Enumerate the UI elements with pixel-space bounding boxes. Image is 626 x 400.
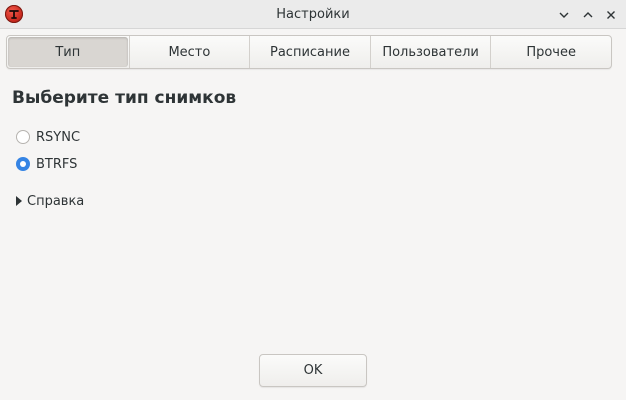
tab-type[interactable]: Тип: [8, 37, 128, 67]
btrfs-option[interactable]: BTRFS: [16, 155, 77, 173]
minimize-button[interactable]: [554, 5, 574, 25]
minimize-icon: [559, 12, 569, 18]
tab-schedule[interactable]: Расписание: [249, 36, 370, 68]
tab-misc[interactable]: Прочее: [490, 36, 611, 68]
ok-button[interactable]: OK: [259, 354, 367, 387]
tab-bar: Тип Место Расписание Пользователи Прочее: [6, 35, 612, 69]
tab-location[interactable]: Место: [128, 36, 250, 68]
rsync-radio[interactable]: [16, 130, 30, 144]
expander-arrow-icon: [16, 196, 22, 206]
btrfs-radio[interactable]: [16, 157, 30, 171]
title-bar[interactable]: Настройки: [0, 0, 626, 29]
help-expander-label: Справка: [27, 193, 85, 209]
btrfs-label: BTRFS: [36, 156, 78, 172]
close-icon: [607, 11, 615, 19]
rsync-option[interactable]: RSYNC: [16, 128, 80, 146]
window-title: Настройки: [276, 7, 350, 22]
maximize-button[interactable]: [578, 5, 598, 25]
page-heading: Выберите тип снимков: [12, 88, 237, 108]
maximize-icon: [583, 12, 593, 18]
close-button[interactable]: [601, 5, 621, 25]
rsync-label: RSYNC: [36, 129, 81, 145]
help-expander[interactable]: Справка: [16, 192, 84, 210]
tab-users[interactable]: Пользователи: [369, 36, 491, 68]
